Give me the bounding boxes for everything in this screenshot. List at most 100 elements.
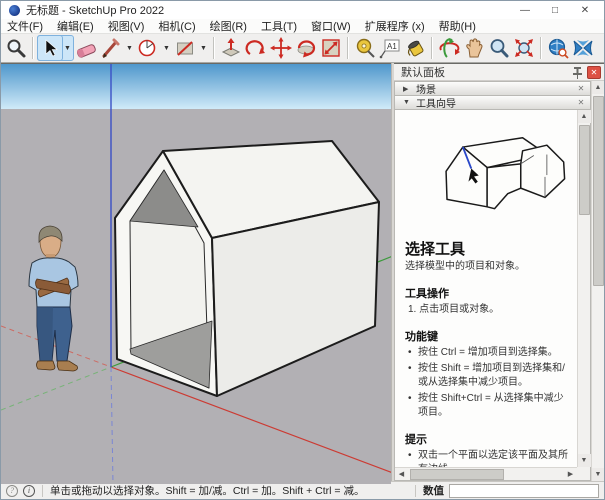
svg-text:A1: A1 <box>387 42 397 51</box>
follow-me-tool-button[interactable] <box>244 36 268 60</box>
tray-section-instructor[interactable]: ▼ 工具向导 ✕ <box>394 95 591 109</box>
extension-warehouse-button[interactable] <box>571 36 595 60</box>
close-button[interactable]: ✕ <box>570 2 600 18</box>
select-tool-group: ▼ <box>38 36 73 60</box>
warehouse-globe-icon <box>547 37 569 59</box>
zoom-tool-button[interactable] <box>487 36 511 60</box>
sky <box>1 64 391 110</box>
line-tool-dropdown[interactable]: ▼ <box>124 36 135 60</box>
menu-item-file[interactable]: 文件(F) <box>7 18 43 34</box>
toolbar-separator <box>347 37 349 59</box>
instructor-description: 选择模型中的项目和对象。 <box>405 260 569 274</box>
scale-tool-button[interactable] <box>319 36 343 60</box>
rectangle-tool-button[interactable] <box>173 36 197 60</box>
instructor-operation-step: 1. 点击项目或对象。 <box>405 303 569 317</box>
tips-list: 双击一个平面以选定该平面及其所有边线。 双击一条边线以选定该边线及与其共享的平面… <box>405 449 569 467</box>
status-separator <box>42 485 43 497</box>
menu-item-help[interactable]: 帮助(H) <box>439 18 476 34</box>
scroll-down-icon[interactable]: ▼ <box>578 454 591 467</box>
chevron-right-icon: ▶ <box>403 85 411 93</box>
scroll-right-icon[interactable]: ▶ <box>564 470 577 478</box>
measurement-input[interactable] <box>449 484 599 498</box>
instructor-vertical-scrollbar[interactable]: ▲ ▼ <box>577 110 590 467</box>
follow-me-icon <box>245 37 267 59</box>
menu-item-window[interactable]: 窗口(W) <box>311 18 351 34</box>
rectangle-tool-dropdown[interactable]: ▼ <box>198 36 209 60</box>
arc-tool-button[interactable] <box>136 36 160 60</box>
magnifier-icon <box>5 37 27 59</box>
move-icon <box>270 37 292 59</box>
select-tool-dropdown[interactable]: ▼ <box>62 36 73 60</box>
scroll-down-icon[interactable]: ▼ <box>592 468 605 481</box>
pencil-icon <box>100 37 122 59</box>
scroll-up-icon[interactable]: ▲ <box>578 110 591 123</box>
pin-icon[interactable] <box>572 66 583 79</box>
orbit-tool-button[interactable] <box>437 36 461 60</box>
arc-icon <box>137 37 159 59</box>
orbit-icon <box>438 37 460 59</box>
pan-hand-icon <box>463 37 485 59</box>
list-item: 按住 Shift+Ctrl = 从选择集中减少项目。 <box>405 392 569 420</box>
tape-measure-tool-button[interactable] <box>353 36 377 60</box>
model-viewport[interactable] <box>1 63 391 481</box>
rotate-icon <box>295 37 317 59</box>
title-bar: 无标题 - SketchUp Pro 2022 — □ ✕ <box>1 1 604 19</box>
extension-warehouse-icon <box>572 37 594 59</box>
chevron-down-icon: ▼ <box>403 99 411 106</box>
instructor-operation-title: 工具操作 <box>405 285 569 301</box>
menu-item-draw[interactable]: 绘图(R) <box>210 18 247 34</box>
section-close-icon[interactable]: ✕ <box>576 98 586 107</box>
minimize-button[interactable]: — <box>510 2 540 18</box>
toolbar-separator <box>540 37 542 59</box>
rectangle-icon <box>174 37 196 59</box>
list-item: 双击一个平面以选定该平面及其所有边线。 <box>405 449 569 467</box>
default-tray-panel: 默认面板 ✕ ▶ 场景 ✕ ▼ <box>394 63 604 481</box>
rotate-tool-button[interactable] <box>294 36 318 60</box>
scrollbar-thumb[interactable] <box>579 125 590 215</box>
tray-close-button[interactable]: ✕ <box>587 66 601 79</box>
tray-vertical-scrollbar[interactable]: ▲ ▼ <box>591 81 604 481</box>
scroll-up-icon[interactable]: ▲ <box>592 81 605 94</box>
toolbar-separator <box>32 37 34 59</box>
instructor-panel: 选择工具 选择模型中的项目和对象。 工具操作 1. 点击项目或对象。 功能键 按… <box>394 109 591 481</box>
push-pull-tool-button[interactable] <box>219 36 243 60</box>
select-tool-button[interactable] <box>38 36 62 60</box>
instructor-tips-title: 提示 <box>405 431 569 447</box>
menu-item-extensions[interactable]: 扩展程序 (x) <box>365 18 425 34</box>
pan-tool-button[interactable] <box>462 36 486 60</box>
zoom-extents-icon <box>513 37 535 59</box>
section-label-instructor: 工具向导 <box>416 95 571 110</box>
tape-measure-icon <box>354 37 376 59</box>
warehouse-globe-button[interactable] <box>546 36 570 60</box>
status-separator <box>415 485 416 497</box>
arc-tool-dropdown[interactable]: ▼ <box>161 36 172 60</box>
tray-title-bar: 默认面板 ✕ <box>394 64 604 81</box>
eraser-tool-button[interactable] <box>74 36 98 60</box>
text-tool-button[interactable]: A1 <box>378 36 402 60</box>
figure-sandal-left <box>37 361 56 370</box>
main-area: 默认面板 ✕ ▶ 场景 ✕ ▼ <box>1 63 604 481</box>
zoom-window-button[interactable] <box>4 36 28 60</box>
menu-item-tools[interactable]: 工具(T) <box>261 18 297 34</box>
scrollbar-thumb[interactable] <box>593 96 604 286</box>
list-item: 按住 Shift = 增加项目到选择集和/或从选择集中减少项目。 <box>405 362 569 390</box>
sketchup-logo-icon <box>9 5 20 16</box>
modifier-key-list: 按住 Ctrl = 增加项目到选择集。 按住 Shift = 增加项目到选择集和… <box>405 346 569 420</box>
line-tool-button[interactable] <box>99 36 123 60</box>
move-tool-button[interactable] <box>269 36 293 60</box>
menu-item-edit[interactable]: 编辑(E) <box>57 18 94 34</box>
scroll-left-icon[interactable]: ◀ <box>395 470 408 478</box>
zoom-extents-button[interactable] <box>512 36 536 60</box>
zoom-icon <box>488 37 510 59</box>
scrollbar-thumb[interactable] <box>410 469 504 480</box>
menu-item-camera[interactable]: 相机(C) <box>158 18 195 34</box>
tray-section-scenes[interactable]: ▶ 场景 ✕ <box>394 81 591 95</box>
info-icon[interactable]: i <box>23 485 35 497</box>
menu-item-view[interactable]: 视图(V) <box>108 18 145 34</box>
paint-bucket-tool-button[interactable] <box>403 36 427 60</box>
section-close-icon[interactable]: ✕ <box>576 84 586 93</box>
instructor-heading: 选择工具 <box>405 238 569 259</box>
geolocation-icon[interactable]: ? <box>6 485 18 497</box>
instructor-horizontal-scrollbar[interactable]: ◀ ▶ <box>395 467 577 480</box>
maximize-button[interactable]: □ <box>540 2 570 18</box>
